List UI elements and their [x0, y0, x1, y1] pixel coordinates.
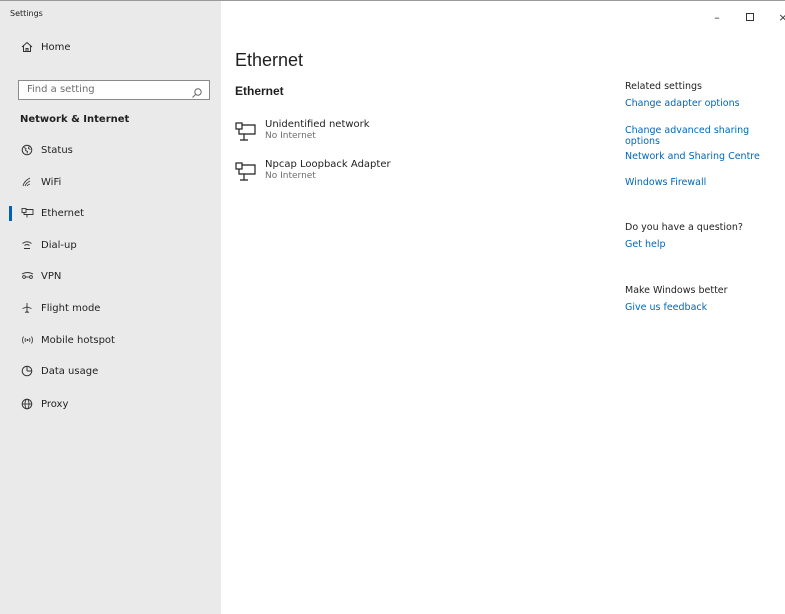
- sidebar-item-label: Dial-up: [41, 239, 77, 251]
- main-content: Ethernet Ethernet Unidentified network N…: [221, 32, 785, 614]
- change-adapter-options-link[interactable]: Change adapter options: [625, 98, 740, 109]
- maximize-icon: [746, 13, 754, 21]
- title-bar: Settings – ×: [0, 1, 785, 32]
- active-indicator: [9, 206, 12, 221]
- sidebar-item-label: Home: [41, 41, 71, 53]
- sidebar-item-wifi[interactable]: WiFi: [0, 168, 221, 196]
- sidebar-item-label: VPN: [41, 270, 62, 282]
- sidebar-item-status[interactable]: Status: [0, 136, 221, 164]
- sidebar-item-label: Ethernet: [41, 207, 85, 219]
- related-settings-heading: Related settings: [625, 81, 702, 92]
- sidebar-item-label: Data usage: [41, 365, 99, 377]
- sidebar-item-label: Flight mode: [41, 302, 101, 314]
- sidebar-item-label: Status: [41, 144, 73, 156]
- sidebar: Home Find a setting Network & Internet S…: [0, 32, 221, 614]
- home-icon: [20, 40, 34, 54]
- get-help-link[interactable]: Get help: [625, 239, 666, 250]
- sidebar-item-proxy[interactable]: Proxy: [0, 390, 221, 418]
- data-usage-icon: [20, 364, 34, 378]
- ethernet-icon: [20, 206, 34, 220]
- sidebar-item-home[interactable]: Home: [0, 33, 221, 61]
- network-name: Unidentified network: [265, 119, 370, 130]
- close-icon: ×: [778, 10, 785, 24]
- sidebar-item-dial-up[interactable]: Dial-up: [0, 231, 221, 259]
- ethernet-network-icon: [235, 161, 257, 183]
- windows-firewall-link[interactable]: Windows Firewall: [625, 177, 706, 188]
- sidebar-item-ethernet[interactable]: Ethernet: [0, 199, 221, 227]
- network-item[interactable]: Npcap Loopback Adapter No Internet: [235, 159, 435, 191]
- sidebar-section-header: Network & Internet: [20, 114, 130, 125]
- proxy-globe-icon: [20, 397, 34, 411]
- globe-icon: [20, 143, 34, 157]
- maximize-button[interactable]: [733, 7, 767, 27]
- search-placeholder: Find a setting: [27, 84, 95, 95]
- sidebar-item-flight-mode[interactable]: Flight mode: [0, 294, 221, 322]
- make-windows-better-heading: Make Windows better: [625, 285, 728, 296]
- search-icon: [191, 84, 203, 98]
- network-name: Npcap Loopback Adapter: [265, 159, 391, 170]
- network-status: No Internet: [265, 131, 316, 141]
- sidebar-item-vpn[interactable]: VPN: [0, 262, 221, 290]
- minimize-icon: –: [714, 10, 720, 24]
- page-title: Ethernet: [235, 50, 304, 70]
- section-title: Ethernet: [235, 84, 284, 98]
- change-advanced-sharing-link[interactable]: Change advanced sharing options: [625, 125, 785, 147]
- hotspot-icon: [20, 333, 34, 347]
- vpn-icon: [20, 269, 34, 283]
- window-title: Settings: [10, 9, 43, 18]
- question-heading: Do you have a question?: [625, 222, 743, 233]
- close-button[interactable]: ×: [766, 7, 785, 27]
- give-feedback-link[interactable]: Give us feedback: [625, 302, 707, 313]
- sidebar-item-data-usage[interactable]: Data usage: [0, 357, 221, 385]
- minimize-button[interactable]: –: [700, 7, 734, 27]
- sidebar-item-label: WiFi: [41, 176, 62, 188]
- airplane-icon: [20, 301, 34, 315]
- dial-up-icon: [20, 238, 34, 252]
- network-item[interactable]: Unidentified network No Internet: [235, 119, 435, 151]
- ethernet-network-icon: [235, 121, 257, 143]
- settings-window: Settings – × Home Find a setting Network…: [0, 0, 785, 614]
- sidebar-item-label: Proxy: [41, 398, 69, 410]
- network-status: No Internet: [265, 171, 316, 181]
- wifi-icon: [20, 175, 34, 189]
- search-input[interactable]: Find a setting: [18, 80, 210, 100]
- sidebar-item-label: Mobile hotspot: [41, 334, 115, 346]
- network-sharing-centre-link[interactable]: Network and Sharing Centre: [625, 151, 760, 162]
- sidebar-item-mobile-hotspot[interactable]: Mobile hotspot: [0, 326, 221, 354]
